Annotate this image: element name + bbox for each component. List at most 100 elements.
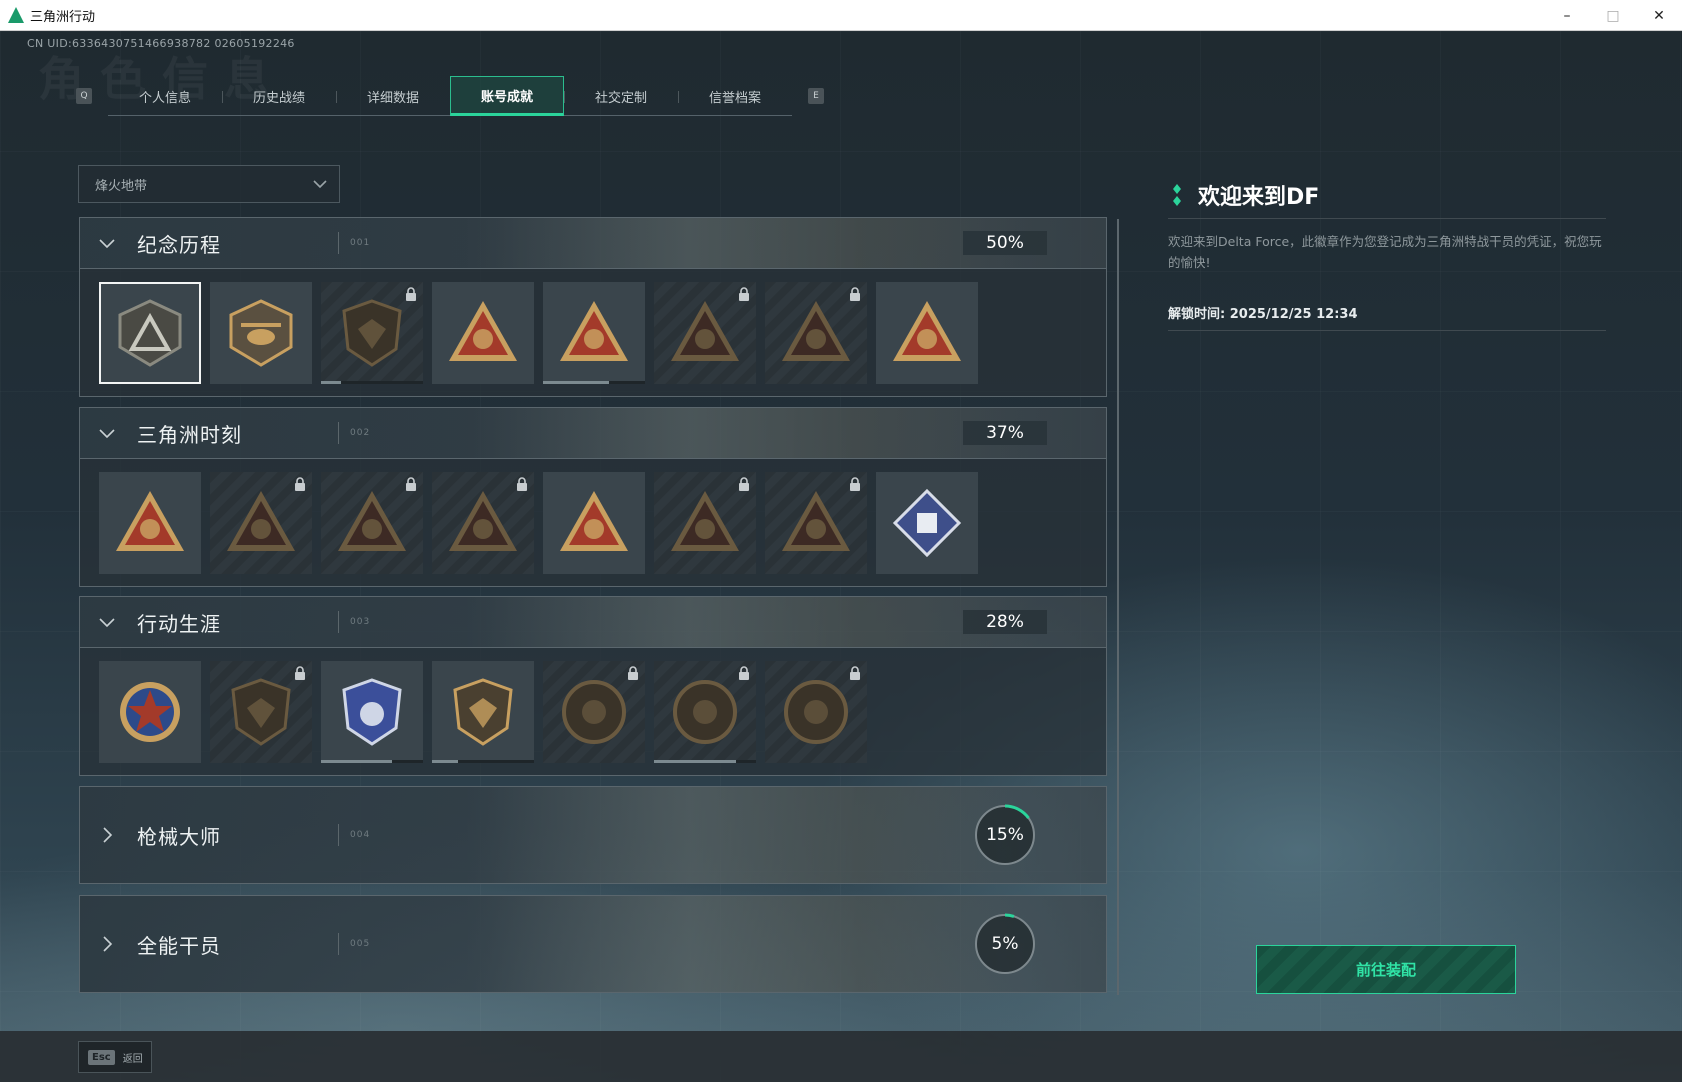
category-panel: 全能干员 005 5% bbox=[79, 895, 1107, 993]
badge-slot[interactable] bbox=[876, 472, 978, 574]
badge-progress-bar bbox=[543, 381, 645, 384]
minimize-button[interactable]: – bbox=[1544, 0, 1590, 31]
prev-tab-key[interactable]: Q bbox=[76, 88, 92, 104]
badge-slot[interactable] bbox=[654, 661, 756, 763]
category-progress: 15% bbox=[986, 825, 1024, 845]
badge-grid bbox=[79, 648, 1107, 776]
category-panel: 枪械大师 004 15% bbox=[79, 786, 1107, 884]
bird-triangle-badge-icon bbox=[893, 301, 961, 361]
badge-slot[interactable] bbox=[876, 282, 978, 384]
maximize-button[interactable]: □ bbox=[1590, 0, 1636, 31]
diamond-fist-badge-icon bbox=[892, 488, 962, 558]
category-title: 枪械大师 bbox=[137, 824, 221, 849]
badge-slot[interactable] bbox=[432, 661, 534, 763]
badge-slot[interactable] bbox=[321, 661, 423, 763]
tab-5[interactable]: 信誉档案 bbox=[678, 76, 792, 116]
lock-icon bbox=[850, 287, 860, 301]
category-header[interactable]: 三角洲时刻 002 37% bbox=[79, 407, 1107, 459]
category-header[interactable]: 纪念历程 001 50% bbox=[79, 217, 1107, 269]
lock-icon bbox=[739, 287, 749, 301]
category-header[interactable]: 枪械大师 004 15% bbox=[79, 786, 1107, 884]
divider bbox=[1168, 218, 1606, 219]
close-button[interactable]: ✕ bbox=[1636, 0, 1682, 31]
category-code: 002 bbox=[337, 422, 371, 444]
window-title: 三角洲行动 bbox=[30, 9, 96, 25]
detail-title-text: 欢迎来到DF bbox=[1198, 185, 1320, 210]
badge-slot[interactable] bbox=[432, 282, 534, 384]
game-screen: 角色信息 CN UID:6336430751466938782 02605192… bbox=[0, 31, 1682, 1082]
badge-slot[interactable] bbox=[432, 472, 534, 574]
category-progress: 5% bbox=[991, 934, 1019, 954]
badge-slot[interactable] bbox=[99, 282, 201, 384]
back-button[interactable]: Esc 返回 bbox=[78, 1041, 152, 1073]
star-medal-badge-icon bbox=[120, 682, 180, 742]
mode-dropdown-value: 烽火地带 bbox=[95, 178, 148, 194]
badge-slot[interactable] bbox=[99, 661, 201, 763]
player-uid: CN UID:6336430751466938782 02605192246 bbox=[27, 37, 295, 50]
squad-triangle-badge-icon bbox=[560, 491, 628, 551]
lock-icon bbox=[406, 287, 416, 301]
badge-slot[interactable] bbox=[210, 282, 312, 384]
eye-round-badge-icon bbox=[784, 680, 848, 744]
category-code: 004 bbox=[337, 824, 371, 846]
chevron-down-icon bbox=[99, 618, 115, 628]
tab-1[interactable]: 历史战绩 bbox=[222, 76, 336, 116]
badge-slot[interactable] bbox=[765, 661, 867, 763]
lock-icon bbox=[517, 477, 527, 491]
chevron-down-icon bbox=[99, 239, 115, 249]
badge-slot[interactable] bbox=[210, 661, 312, 763]
category-banner-art bbox=[466, 896, 1026, 992]
equip-button[interactable]: 前往装配 bbox=[1256, 945, 1516, 994]
chevron-down-icon bbox=[313, 180, 327, 189]
category-header[interactable]: 行动生涯 003 28% bbox=[79, 596, 1107, 648]
tab-4[interactable]: 社交定制 bbox=[564, 76, 678, 116]
badge-slot[interactable] bbox=[321, 472, 423, 574]
chevron-down-icon bbox=[99, 429, 115, 439]
category-panel: 纪念历程 001 50% bbox=[79, 217, 1107, 397]
badge-slot[interactable] bbox=[543, 661, 645, 763]
group-triangle-badge-icon bbox=[671, 491, 739, 551]
unlock-time: 解锁时间: 2025/12/25 12:34 bbox=[1168, 307, 1358, 322]
badge-progress-bar bbox=[321, 381, 423, 384]
category-title: 全能干员 bbox=[137, 933, 221, 958]
dragon-triangle-badge-icon bbox=[782, 491, 850, 551]
badge-slot[interactable] bbox=[543, 472, 645, 574]
badge-slot[interactable] bbox=[321, 282, 423, 384]
badge-slot[interactable] bbox=[654, 282, 756, 384]
app-logo-icon bbox=[8, 7, 24, 23]
lock-icon bbox=[628, 666, 638, 680]
badge-slot[interactable] bbox=[654, 472, 756, 574]
lock-icon bbox=[406, 477, 416, 491]
chevron-right-icon bbox=[103, 827, 113, 843]
tab-3[interactable]: 账号成就 bbox=[450, 76, 564, 116]
badge-progress-bar bbox=[321, 760, 423, 763]
police-shield-badge-icon bbox=[342, 678, 402, 746]
lock-icon bbox=[295, 477, 305, 491]
skull-round-badge-icon bbox=[673, 680, 737, 744]
helmet-triangle-badge-icon bbox=[671, 301, 739, 361]
category-panel: 三角洲时刻 002 37% bbox=[79, 407, 1107, 587]
tab-2[interactable]: 详细数据 bbox=[336, 76, 450, 116]
badge-slot[interactable] bbox=[210, 472, 312, 574]
next-tab-key[interactable]: E bbox=[808, 88, 824, 104]
s9-triangle-badge-icon bbox=[560, 301, 628, 361]
category-header[interactable]: 全能干员 005 5% bbox=[79, 895, 1107, 993]
mode-dropdown[interactable]: 烽火地带 bbox=[78, 165, 340, 203]
lock-icon bbox=[295, 666, 305, 680]
tab-0[interactable]: 个人信息 bbox=[108, 76, 222, 116]
lock-icon bbox=[850, 666, 860, 680]
category-banner-art bbox=[466, 597, 1026, 647]
divider bbox=[1168, 330, 1606, 331]
badge-slot[interactable] bbox=[543, 282, 645, 384]
scrollbar[interactable] bbox=[1117, 219, 1119, 995]
runner-triangle-badge-icon bbox=[338, 491, 406, 551]
badge-slot[interactable] bbox=[99, 472, 201, 574]
category-banner-art bbox=[466, 218, 1026, 268]
badge-slot[interactable] bbox=[765, 472, 867, 574]
helicopter-badge-icon bbox=[229, 299, 293, 367]
vehicle-triangle-badge-icon bbox=[227, 491, 295, 551]
lock-icon bbox=[739, 666, 749, 680]
badge-progress-bar bbox=[654, 760, 756, 763]
badge-slot[interactable] bbox=[765, 282, 867, 384]
category-panel: 行动生涯 003 28% bbox=[79, 596, 1107, 776]
